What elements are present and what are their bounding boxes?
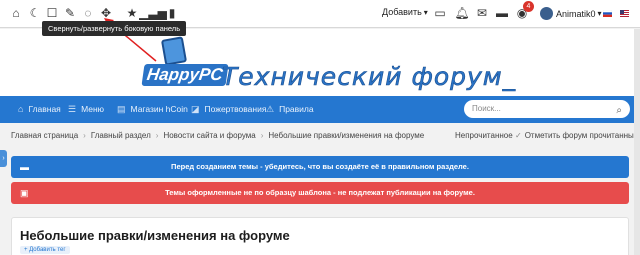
nav-label: Правила [279, 104, 314, 114]
site-title[interactable]: Технический форум_ [222, 62, 516, 92]
username: Animatik0 [556, 8, 596, 19]
brand-logo[interactable]: HappyPC [141, 64, 229, 86]
nav-item-rules[interactable]: ⚠ Правила [266, 96, 314, 123]
shop-icon: ▤ [117, 104, 126, 114]
check-icon: ✓ [515, 131, 522, 140]
mascot-logo-icon [160, 36, 188, 66]
notice-text: Темы оформленные не по образцу шаблона -… [165, 188, 475, 197]
card-icon[interactable]: ▭ [433, 6, 447, 20]
nav-item-donate[interactable]: ◪ Пожертвования [191, 96, 266, 123]
breadcrumb-item[interactable]: Главная страница [11, 131, 78, 140]
breadcrumb-item[interactable]: Новости сайта и форума [163, 131, 255, 140]
nav-label: Главная [28, 104, 61, 114]
nav-item-shop[interactable]: ▤ Магазин hCoin [117, 96, 188, 123]
avatar [540, 7, 553, 20]
bell-icon[interactable]: 🔔︎ [454, 6, 469, 20]
us-flag-icon[interactable] [620, 10, 629, 17]
home-icon[interactable]: ⌂ [9, 6, 23, 20]
warning-icon: ⚠ [266, 104, 275, 114]
info-notice: ▬ Перед созданием темы - убедитесь, что … [11, 156, 629, 178]
chevron-right-icon: › [260, 131, 264, 140]
search-input[interactable]: Поиск... ⌕ [464, 100, 630, 118]
notice-text: Перед созданием темы - убедитесь, что вы… [171, 162, 469, 171]
donate-icon: ◪ [191, 104, 200, 114]
page-title: Небольшие правки/изменения на форуме [20, 228, 290, 243]
info-icon: ▬ [20, 162, 29, 172]
chevron-right-icon: › [155, 131, 159, 140]
russian-flag-icon[interactable] [603, 10, 612, 17]
chevron-down-icon: ▾ [597, 9, 602, 18]
breadcrumb: Главная страница › Главный раздел › Новости … [11, 131, 424, 140]
user-menu[interactable]: Animatik0 ▾ [540, 7, 602, 20]
scrollbar[interactable] [634, 29, 640, 255]
notification-badge: 4 [523, 1, 534, 12]
add-button[interactable]: Добавить [382, 7, 428, 17]
video-icon: ▣ [20, 188, 29, 198]
menu-icon: ☰ [68, 104, 77, 114]
search-icon[interactable]: ⌕ [616, 102, 622, 120]
square-icon[interactable]: ☐ [45, 6, 59, 20]
breadcrumb-item[interactable]: Главный раздел [91, 131, 151, 140]
warning-notice: ▣ Темы оформленные не по образцу шаблона… [11, 182, 629, 204]
spinner-icon[interactable]: ◌ [81, 6, 95, 20]
breadcrumb-item[interactable]: Небольшие правки/изменения на форуме [268, 131, 424, 140]
mark-read-link[interactable]: ✓ Отметить форум прочитанным [515, 131, 639, 140]
nav-label: Магазин hCoin [130, 104, 188, 114]
thread-header: Небольшие правки/изменения на форуме + Д… [11, 217, 629, 255]
add-tag-button[interactable]: + Добавить тег [20, 246, 70, 254]
nav-item-home[interactable]: ⌂ Главная [18, 96, 61, 123]
moon-icon[interactable]: ☾ [28, 6, 42, 20]
search-placeholder: Поиск... [472, 104, 501, 113]
home-icon: ⌂ [18, 104, 24, 114]
envelope-icon[interactable]: ✉ [475, 6, 489, 20]
brush-icon[interactable]: ✎ [63, 6, 77, 20]
mail-icon[interactable]: ▬ [495, 6, 509, 20]
mark-read-label: Отметить форум прочитанным [524, 131, 640, 140]
nav-item-menu[interactable]: ☰ Меню [68, 96, 104, 123]
sidebar-toggle-tab[interactable]: › [0, 150, 7, 167]
tooltip: Свернуть/развернуть боковую панель [42, 21, 187, 36]
chevron-right-icon: › [83, 131, 86, 140]
unread-link[interactable]: Непрочитанное [455, 131, 513, 140]
nav-label: Меню [81, 104, 105, 114]
nav-label: Пожертвования [204, 104, 267, 114]
bookmark-icon[interactable]: ▮ [165, 6, 179, 20]
